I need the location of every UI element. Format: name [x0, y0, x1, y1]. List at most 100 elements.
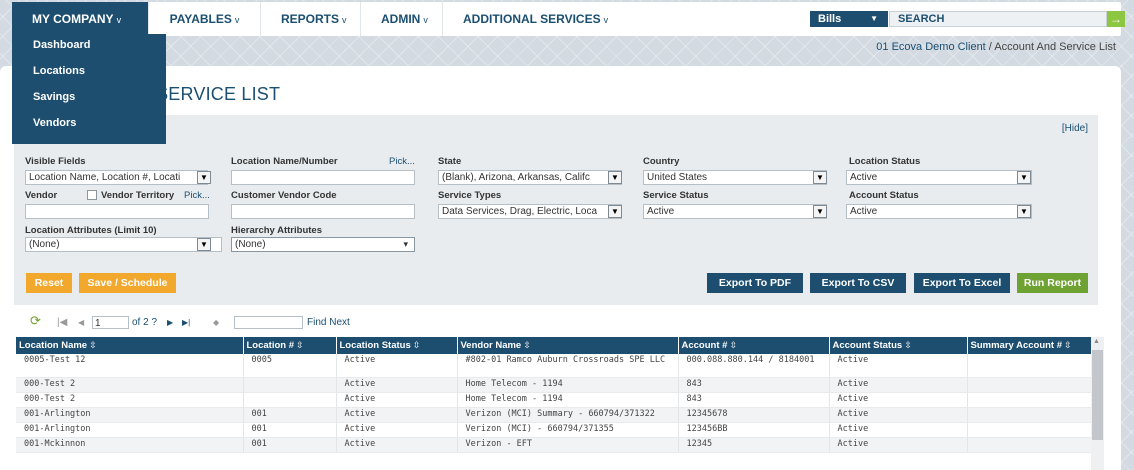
dropdown-arrow-icon[interactable]: ▼ [813, 205, 827, 218]
sort-icon: ⇳ [523, 340, 531, 350]
find-previous-icon[interactable]: ◆ [213, 316, 219, 330]
state-label: State [438, 156, 462, 167]
table-cell [967, 354, 1092, 378]
hierarchy-attributes-select[interactable]: (None) ▾ [231, 237, 415, 252]
table-cell [967, 422, 1092, 438]
table-cell: 843 [678, 377, 830, 393]
table-row[interactable]: 000-Test 2 Active Home Telecom - 1194 84… [16, 377, 1092, 393]
country-select[interactable]: United States [643, 170, 827, 185]
nav-my-company[interactable]: MY COMPANY v [12, 2, 149, 36]
location-status-select[interactable]: Active [846, 170, 1032, 185]
location-status-label: Location Status [849, 156, 921, 167]
dropdown-arrow-icon[interactable]: ▼ [608, 171, 622, 184]
column-header-account-number[interactable]: Account # ⇳ [678, 337, 830, 354]
table-cell: Active [829, 354, 968, 378]
service-status-select[interactable]: Active [643, 204, 827, 219]
country-value: United States [647, 172, 708, 183]
nav-my-company-label: MY COMPANY [32, 12, 114, 26]
search-input[interactable]: SEARCH [889, 11, 1107, 27]
scroll-up-icon[interactable]: ▲ [1093, 338, 1100, 345]
vendor-input[interactable] [25, 204, 209, 219]
column-header-label: Account # [681, 340, 728, 351]
nav-additional-services[interactable]: ADDITIONAL SERVICES v [443, 2, 628, 36]
find-next-link[interactable]: Find Next [307, 316, 350, 330]
menu-item-vendors[interactable]: Vendors [12, 112, 166, 138]
export-csv-button[interactable]: Export To CSV [810, 273, 906, 293]
dropdown-arrow-icon[interactable]: ▼ [608, 205, 622, 218]
column-header-location-status[interactable]: Location Status ⇳ [336, 337, 458, 354]
table-cell [967, 407, 1092, 423]
customer-vendor-code-label: Customer Vendor Code [231, 190, 337, 201]
location-attributes-select[interactable]: (None) [25, 237, 222, 252]
column-header-label: Summary Account # [970, 340, 1063, 351]
dropdown-arrow-icon[interactable]: ▼ [197, 171, 211, 184]
table-cell: 001 [243, 437, 337, 453]
export-pdf-button[interactable]: Export To PDF [707, 273, 803, 293]
location-name-pick-link[interactable]: Pick... [389, 156, 415, 167]
dropdown-arrow-icon[interactable]: ▼ [813, 171, 827, 184]
column-header-summary-account-number[interactable]: Summary Account # ⇳ [967, 337, 1092, 354]
column-header-location-name[interactable]: Location Name ⇳ [16, 337, 244, 354]
dropdown-arrow-icon[interactable]: ▼ [1017, 205, 1031, 218]
table-cell: 001-Arlington [16, 422, 244, 438]
dropdown-arrow-icon[interactable]: ▼ [197, 238, 211, 251]
account-status-value: Active [850, 206, 878, 217]
table-row[interactable]: 0005-Test 12 0005 Active #802-01 Ramco A… [16, 354, 1092, 378]
account-status-select[interactable]: Active [846, 204, 1032, 219]
next-page-icon[interactable]: ▶ [167, 316, 173, 330]
search-go-button[interactable]: → [1107, 11, 1125, 27]
table-scrollbar-thumb[interactable] [1092, 350, 1103, 440]
page-number-input[interactable]: 1 [92, 316, 129, 329]
menu-item-locations[interactable]: Locations [12, 60, 166, 86]
location-status-value: Active [850, 172, 878, 183]
menu-item-dashboard[interactable]: Dashboard [12, 34, 166, 60]
save-schedule-button[interactable]: Save / Schedule [79, 273, 176, 293]
chevron-down-icon: v [234, 15, 240, 25]
menu-item-savings[interactable]: Savings [12, 86, 166, 112]
visible-fields-select[interactable]: Location Name, Location #, Locati [25, 170, 208, 185]
chevron-down-icon: v [423, 15, 428, 25]
table-cell: 000-Test 2 [16, 377, 244, 393]
table-cell: 000.088.880.144 / 8184001 [678, 354, 830, 378]
hierarchy-attributes-value: (None) [235, 239, 266, 250]
table-cell: Active [336, 377, 458, 393]
table-cell: Active [336, 407, 458, 423]
first-page-icon[interactable]: |◀ [57, 316, 67, 330]
dropdown-arrow-icon: ▼ [870, 14, 878, 23]
reset-button[interactable]: Reset [26, 273, 72, 293]
visible-fields-label: Visible Fields [25, 156, 86, 167]
table-cell: Active [829, 377, 968, 393]
service-status-label: Service Status [643, 190, 709, 201]
table-cell: Active [336, 354, 458, 378]
dropdown-arrow-icon[interactable]: ▼ [1017, 171, 1031, 184]
last-page-icon[interactable]: ▶| [182, 316, 190, 330]
table-row[interactable]: 000-Test 2 Active Home Telecom - 1194 84… [16, 392, 1092, 408]
location-name-input[interactable] [231, 170, 415, 185]
page-count-text: of 2 ? [132, 317, 158, 328]
vendor-territory-pick-link[interactable]: Pick... [184, 190, 210, 201]
table-row[interactable]: 001-Arlington 001 Active Verizon (MCI) S… [16, 407, 1092, 423]
table-cell: 000-Test 2 [16, 392, 244, 408]
customer-vendor-code-input[interactable] [231, 204, 415, 219]
breadcrumb-client-link[interactable]: 01 Ecova Demo Client [876, 41, 985, 53]
search-scope-select[interactable]: Bills ▼ [810, 11, 888, 27]
vendor-territory-checkbox[interactable] [87, 190, 97, 200]
nav-admin[interactable]: ADMIN v [361, 2, 443, 36]
table-cell: Verizon - EFT [457, 437, 679, 453]
run-report-button[interactable]: Run Report [1017, 273, 1088, 293]
nav-reports[interactable]: REPORTS v [261, 2, 361, 36]
state-select[interactable]: (Blank), Arizona, Arkansas, Califc [438, 170, 622, 185]
hide-filters-link[interactable]: [Hide] [1062, 123, 1088, 134]
service-types-select[interactable]: Data Services, Drag, Electric, Loca [438, 204, 622, 219]
table-row[interactable]: 001-Arlington 001 Active Verizon (MCI) -… [16, 422, 1092, 438]
column-header-account-status[interactable]: Account Status ⇳ [829, 337, 968, 354]
find-text-input[interactable] [234, 316, 303, 329]
refresh-icon[interactable]: ⟳ [30, 314, 41, 328]
previous-page-icon[interactable]: ◀ [78, 316, 84, 330]
table-row[interactable]: 001-Mckinnon 001 Active Verizon - EFT 12… [16, 437, 1092, 453]
export-excel-button[interactable]: Export To Excel [914, 273, 1010, 293]
column-header-location-number[interactable]: Location # ⇳ [243, 337, 337, 354]
table-cell: 0005-Test 12 [16, 354, 244, 378]
nav-payables[interactable]: PAYABLES v [149, 2, 261, 36]
column-header-vendor-name[interactable]: Vendor Name ⇳ [457, 337, 679, 354]
